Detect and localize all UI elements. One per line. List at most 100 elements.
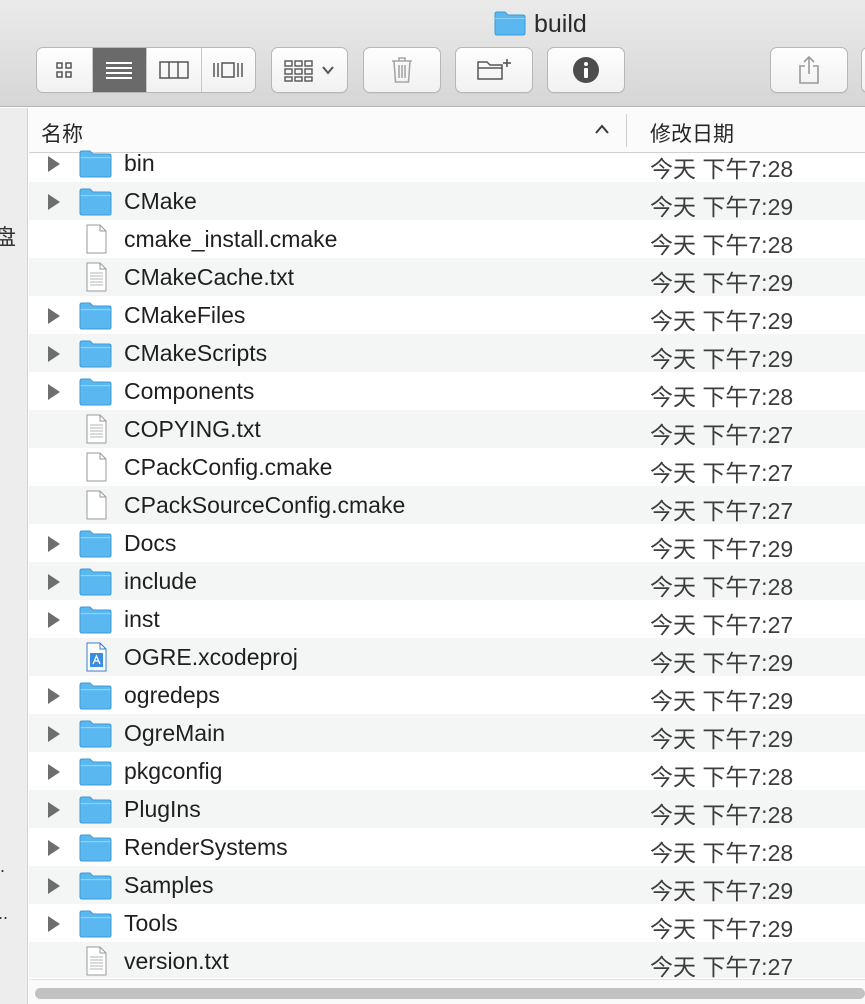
file-row[interactable]: CPackConfig.cmake 今天 下午7:27 — [29, 448, 865, 486]
file-row[interactable]: CPackSourceConfig.cmake 今天 下午7:27 — [29, 486, 865, 524]
file-name: CMake — [124, 188, 197, 214]
text-document-icon — [79, 414, 112, 444]
disclosure-triangle-icon[interactable] — [48, 612, 60, 628]
file-date-modified: 今天 下午7:27 — [650, 460, 794, 486]
text-document-icon — [79, 262, 112, 292]
trash-icon — [392, 57, 412, 83]
file-date-modified: 今天 下午7:29 — [650, 346, 794, 372]
file-row[interactable]: CMakeCache.txt 今天 下午7:29 — [29, 258, 865, 296]
disclosure-triangle-icon[interactable] — [48, 688, 60, 704]
file-row[interactable]: CMake 今天 下午7:29 — [29, 182, 865, 220]
file-date-modified: 今天 下午7:27 — [650, 612, 794, 638]
folder-icon — [79, 528, 112, 558]
file-name: cmake_install.cmake — [124, 226, 338, 252]
new-folder-button[interactable] — [455, 47, 533, 93]
icon-view-button[interactable] — [37, 48, 93, 92]
file-row[interactable]: RenderSystems 今天 下午7:28 — [29, 828, 865, 866]
coverflow-view-icon — [213, 62, 243, 78]
file-name: CMakeCache.txt — [124, 264, 295, 290]
arrange-button[interactable] — [271, 47, 348, 93]
disclosure-triangle-icon[interactable] — [48, 346, 60, 362]
disclosure-triangle-icon[interactable] — [48, 764, 60, 780]
file-row[interactable]: CMakeScripts 今天 下午7:29 — [29, 334, 865, 372]
file-date-modified: 今天 下午7:27 — [650, 954, 794, 978]
file-row[interactable]: include 今天 下午7:28 — [29, 562, 865, 600]
file-row[interactable]: inst 今天 下午7:27 — [29, 600, 865, 638]
disclosure-triangle-icon[interactable] — [48, 916, 60, 932]
file-row[interactable]: Docs 今天 下午7:29 — [29, 524, 865, 562]
file-date-modified: 今天 下午7:29 — [650, 270, 794, 296]
file-date-modified: 今天 下午7:29 — [650, 194, 794, 220]
sidebar-item-label[interactable]: 盘 — [0, 220, 16, 252]
file-row[interactable]: ogredeps 今天 下午7:29 — [29, 676, 865, 714]
file-date-modified: 今天 下午7:28 — [650, 802, 794, 828]
chevron-down-icon — [322, 66, 334, 75]
file-row[interactable]: PlugIns 今天 下午7:28 — [29, 790, 865, 828]
file-row[interactable]: OGRE.xcodeproj 今天 下午7:29 — [29, 638, 865, 676]
file-name: version.txt — [124, 948, 229, 974]
file-date-modified: 今天 下午7:29 — [650, 536, 794, 562]
file-row[interactable]: CMakeFiles 今天 下午7:29 — [29, 296, 865, 334]
toolbar-overflow-button[interactable] — [861, 47, 865, 93]
column-view-button[interactable] — [147, 48, 202, 92]
column-divider[interactable] — [626, 114, 627, 147]
disclosure-triangle-icon[interactable] — [48, 726, 60, 742]
disclosure-triangle-icon[interactable] — [48, 536, 60, 552]
file-date-modified: 今天 下午7:29 — [650, 308, 794, 334]
file-row[interactable]: Samples 今天 下午7:29 — [29, 866, 865, 904]
folder-icon — [79, 148, 112, 178]
disclosure-triangle-icon[interactable] — [48, 156, 60, 172]
move-to-trash-button[interactable] — [363, 47, 441, 93]
scrollbar-thumb[interactable] — [35, 988, 865, 999]
file-row[interactable]: OgreMain 今天 下午7:29 — [29, 714, 865, 752]
file-date-modified: 今天 下午7:29 — [650, 688, 794, 714]
folder-icon — [79, 604, 112, 634]
coverflow-view-button[interactable] — [202, 48, 256, 92]
get-info-button[interactable] — [547, 47, 625, 93]
folder-icon — [79, 718, 112, 748]
file-date-modified: 今天 下午7:29 — [650, 878, 794, 904]
document-icon — [79, 490, 112, 520]
info-icon — [573, 57, 599, 83]
file-date-modified: 今天 下午7:29 — [650, 916, 794, 942]
disclosure-triangle-icon[interactable] — [48, 878, 60, 894]
disclosure-triangle-icon[interactable] — [48, 574, 60, 590]
disclosure-triangle-icon[interactable] — [48, 384, 60, 400]
share-button[interactable] — [770, 47, 848, 93]
sidebar-item-label[interactable]: .. — [0, 903, 8, 924]
file-row[interactable]: pkgconfig 今天 下午7:28 — [29, 752, 865, 790]
folder-icon — [79, 186, 112, 216]
list-view-button[interactable] — [92, 48, 147, 92]
list-view-icon — [106, 62, 133, 79]
view-mode-segmented-control[interactable] — [36, 47, 256, 93]
file-date-modified: 今天 下午7:29 — [650, 726, 794, 752]
disclosure-triangle-icon[interactable] — [48, 840, 60, 856]
window-title-bar: build — [0, 6, 865, 38]
sidebar: 盘 . .. — [0, 108, 28, 1004]
file-row[interactable]: Tools 今天 下午7:29 — [29, 904, 865, 942]
sidebar-item-label[interactable]: . — [0, 856, 5, 877]
file-row[interactable]: version.txt 今天 下午7:27 — [29, 942, 865, 978]
folder-icon — [79, 832, 112, 862]
file-date-modified: 今天 下午7:27 — [650, 498, 794, 524]
horizontal-scrollbar[interactable] — [29, 979, 865, 1004]
file-row[interactable]: bin 今天 下午7:28 — [29, 144, 865, 182]
file-name: CMakeFiles — [124, 302, 246, 328]
file-name: Samples — [124, 872, 214, 898]
window-toolbar: build — [0, 0, 865, 107]
file-date-modified: 今天 下午7:27 — [650, 422, 794, 448]
text-document-icon — [79, 946, 112, 976]
disclosure-triangle-icon[interactable] — [48, 802, 60, 818]
file-row[interactable]: Components 今天 下午7:28 — [29, 372, 865, 410]
file-name: OgreMain — [124, 720, 225, 746]
disclosure-triangle-icon[interactable] — [48, 194, 60, 210]
sort-ascending-icon — [595, 124, 609, 134]
document-icon — [79, 224, 112, 254]
folder-icon — [79, 680, 112, 710]
file-list: bin 今天 下午7:28 CMake 今天 下午7:29 cmake_install.… — [29, 144, 865, 978]
folder-icon — [79, 300, 112, 330]
file-row[interactable]: COPYING.txt 今天 下午7:27 — [29, 410, 865, 448]
file-row[interactable]: cmake_install.cmake 今天 下午7:28 — [29, 220, 865, 258]
file-date-modified: 今天 下午7:28 — [650, 156, 794, 182]
disclosure-triangle-icon[interactable] — [48, 308, 60, 324]
